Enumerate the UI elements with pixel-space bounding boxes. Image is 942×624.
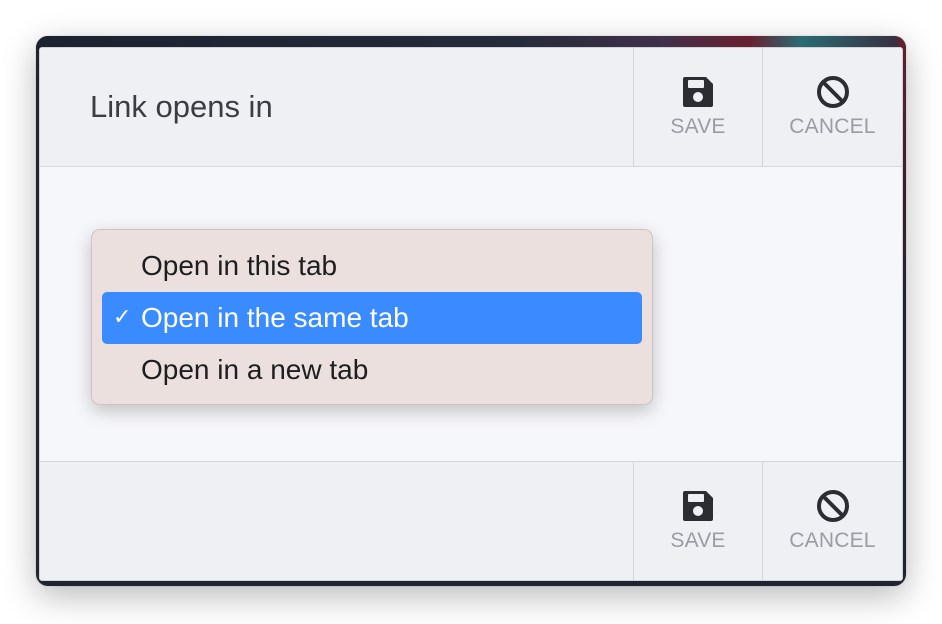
footer-spacer (40, 462, 633, 580)
cancel-button-top[interactable]: CANCEL (762, 48, 902, 166)
dialog-header: Link opens in SAVE CANCEL (40, 48, 902, 167)
dialog-footer: SAVE CANCEL (40, 461, 902, 580)
menu-item-label: Open in this tab (141, 250, 338, 281)
link-target-dropdown-menu: Open in this tab ✓ Open in the same tab … (91, 229, 653, 405)
floppy-disk-icon (682, 75, 714, 109)
prohibited-circle-icon (816, 75, 850, 109)
cancel-label: CANCEL (789, 115, 876, 138)
cancel-button-bottom[interactable]: CANCEL (762, 462, 902, 580)
cancel-label: CANCEL (789, 529, 876, 552)
menu-item-open-in-the-same-tab[interactable]: ✓ Open in the same tab (102, 292, 642, 344)
save-button-bottom[interactable]: SAVE (633, 462, 762, 580)
save-label: SAVE (670, 529, 726, 552)
save-label: SAVE (670, 115, 726, 138)
menu-item-label: Open in a new tab (141, 354, 369, 385)
dialog-title: Link opens in (90, 89, 273, 124)
menu-item-label: Open in the same tab (141, 302, 409, 333)
checkmark-icon: ✓ (113, 305, 132, 330)
prohibited-circle-icon (816, 489, 850, 523)
menu-item-open-in-a-new-tab[interactable]: Open in a new tab (102, 344, 642, 396)
save-button-top[interactable]: SAVE (633, 48, 762, 166)
floppy-disk-icon (682, 489, 714, 523)
menu-item-open-in-this-tab[interactable]: Open in this tab (102, 240, 642, 292)
